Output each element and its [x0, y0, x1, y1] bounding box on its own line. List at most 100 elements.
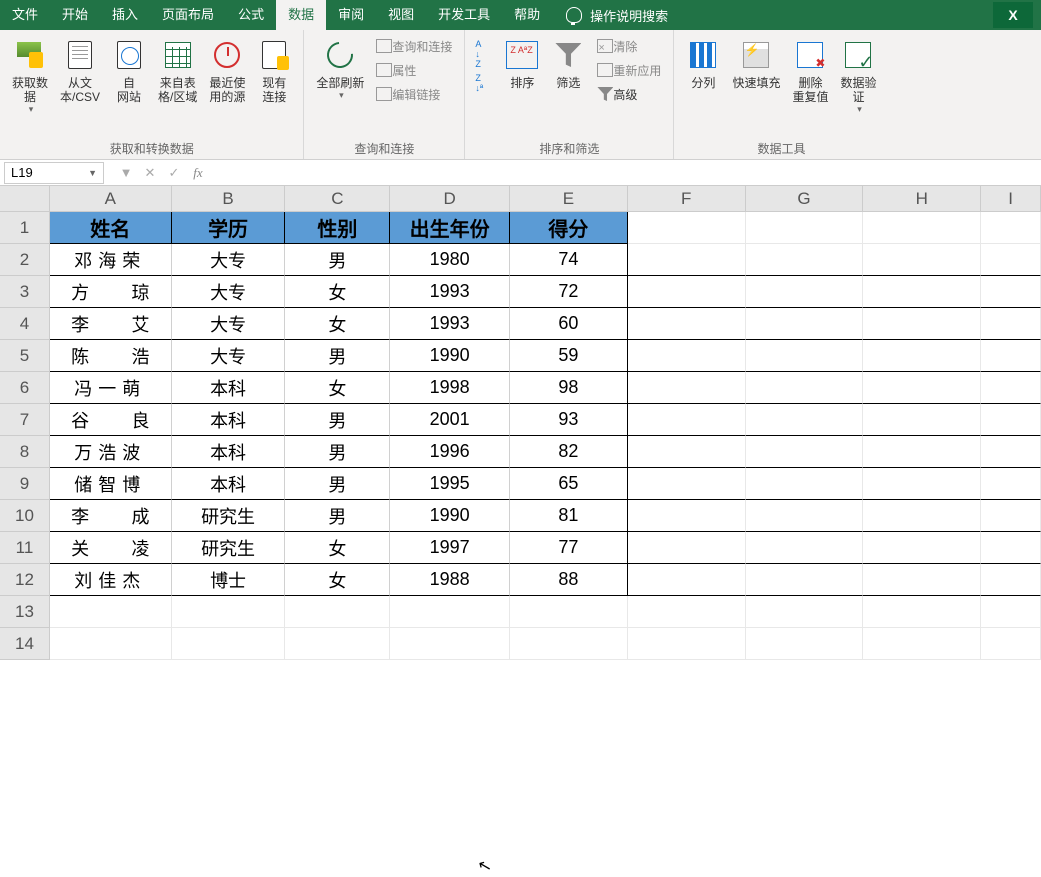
- cell[interactable]: [746, 404, 864, 436]
- cell-sex[interactable]: 男: [285, 404, 390, 436]
- cell[interactable]: [746, 532, 864, 564]
- row-header-12[interactable]: 12: [0, 564, 50, 596]
- row-header-1[interactable]: 1: [0, 212, 50, 244]
- cell-name[interactable]: 李成: [50, 500, 172, 532]
- cell[interactable]: [863, 532, 981, 564]
- cell-year[interactable]: 2001: [390, 404, 510, 436]
- get-data-button[interactable]: 获取数据▾: [6, 34, 54, 119]
- cell[interactable]: [628, 436, 746, 468]
- select-all-corner[interactable]: [0, 186, 50, 211]
- cell[interactable]: [981, 628, 1041, 660]
- cell[interactable]: [746, 436, 864, 468]
- cell[interactable]: [628, 244, 746, 276]
- cell-year[interactable]: 1990: [390, 340, 510, 372]
- cell[interactable]: [628, 404, 746, 436]
- menu-tab-视图[interactable]: 视图: [376, 0, 426, 30]
- cell[interactable]: [863, 500, 981, 532]
- cell-year[interactable]: 1997: [390, 532, 510, 564]
- reapply-filter-button[interactable]: 重新应用: [591, 58, 667, 82]
- cell-name[interactable]: 万浩波: [50, 436, 172, 468]
- cell[interactable]: [863, 596, 981, 628]
- column-header-F[interactable]: F: [628, 186, 746, 211]
- cell-name[interactable]: 陈浩: [50, 340, 172, 372]
- cell[interactable]: [628, 212, 746, 244]
- cell[interactable]: [863, 244, 981, 276]
- column-header-A[interactable]: A: [50, 186, 172, 211]
- name-box[interactable]: L19 ▼: [4, 162, 104, 184]
- row-header-8[interactable]: 8: [0, 436, 50, 468]
- cell-score[interactable]: 98: [510, 372, 628, 404]
- cell-year[interactable]: 1996: [390, 436, 510, 468]
- cell-sex[interactable]: 女: [285, 276, 390, 308]
- cell[interactable]: [746, 276, 864, 308]
- cell-year[interactable]: 1998: [390, 372, 510, 404]
- cell-score[interactable]: 77: [510, 532, 628, 564]
- column-header-G[interactable]: G: [746, 186, 864, 211]
- cell-year[interactable]: 1993: [390, 276, 510, 308]
- flash-fill-button[interactable]: 快速填充: [726, 34, 786, 94]
- cell[interactable]: [510, 596, 628, 628]
- cell[interactable]: [50, 596, 172, 628]
- cell[interactable]: [628, 308, 746, 340]
- cell-score[interactable]: 82: [510, 436, 628, 468]
- cell[interactable]: [863, 340, 981, 372]
- cell[interactable]: [510, 628, 628, 660]
- sort-button[interactable]: 排序: [499, 34, 545, 94]
- from-text-csv-button[interactable]: 从文本/CSV: [54, 34, 106, 108]
- cell[interactable]: [746, 244, 864, 276]
- cell[interactable]: [863, 372, 981, 404]
- cell-name[interactable]: 李艾: [50, 308, 172, 340]
- existing-connections-button[interactable]: 现有连接: [251, 34, 297, 108]
- text-to-columns-button[interactable]: 分列: [680, 34, 726, 94]
- cancel-formula-icon[interactable]: ✕: [138, 165, 162, 181]
- menu-tab-页面布局[interactable]: 页面布局: [150, 0, 226, 30]
- menu-tab-公式[interactable]: 公式: [226, 0, 276, 30]
- cell-year[interactable]: 1990: [390, 500, 510, 532]
- column-header-B[interactable]: B: [172, 186, 286, 211]
- cell[interactable]: [981, 468, 1041, 500]
- cell-edu[interactable]: 本科: [172, 436, 286, 468]
- cell[interactable]: [981, 276, 1041, 308]
- row-header-7[interactable]: 7: [0, 404, 50, 436]
- menu-tab-开始[interactable]: 开始: [50, 0, 100, 30]
- fx-icon[interactable]: fx: [186, 165, 210, 181]
- cell[interactable]: [981, 340, 1041, 372]
- table-header-cell[interactable]: 姓名: [50, 212, 172, 244]
- cell-edu[interactable]: 博士: [172, 564, 286, 596]
- cell-sex[interactable]: 男: [285, 500, 390, 532]
- cell-name[interactable]: 刘佳杰: [50, 564, 172, 596]
- advanced-filter-button[interactable]: 高级: [591, 82, 667, 106]
- spreadsheet-grid[interactable]: ABCDEFGHI 1姓名学历性别出生年份得分2邓海荣大专男1980743方琼大…: [0, 186, 1041, 660]
- column-header-C[interactable]: C: [285, 186, 390, 211]
- cell-score[interactable]: 72: [510, 276, 628, 308]
- row-header-2[interactable]: 2: [0, 244, 50, 276]
- cell[interactable]: [981, 404, 1041, 436]
- tell-me-search[interactable]: 操作说明搜索: [566, 6, 668, 25]
- refresh-all-button[interactable]: 全部刷新▾: [310, 34, 370, 105]
- from-table-range-button[interactable]: 来自表格/区域: [152, 34, 203, 108]
- cell-score[interactable]: 88: [510, 564, 628, 596]
- menu-tab-文件[interactable]: 文件: [0, 0, 50, 30]
- cell[interactable]: [628, 372, 746, 404]
- cell[interactable]: [863, 212, 981, 244]
- cell-year[interactable]: 1995: [390, 468, 510, 500]
- cell[interactable]: [390, 596, 510, 628]
- cell-name[interactable]: 方琼: [50, 276, 172, 308]
- cell[interactable]: [628, 628, 746, 660]
- cell-edu[interactable]: 研究生: [172, 532, 286, 564]
- cell-sex[interactable]: 男: [285, 468, 390, 500]
- cell[interactable]: [981, 212, 1041, 244]
- row-header-3[interactable]: 3: [0, 276, 50, 308]
- menu-tab-插入[interactable]: 插入: [100, 0, 150, 30]
- cell[interactable]: [746, 500, 864, 532]
- cell[interactable]: [981, 596, 1041, 628]
- cell-score[interactable]: 81: [510, 500, 628, 532]
- cell-sex[interactable]: 男: [285, 436, 390, 468]
- from-web-button[interactable]: 自网站: [106, 34, 152, 108]
- column-header-H[interactable]: H: [863, 186, 981, 211]
- cell-score[interactable]: 65: [510, 468, 628, 500]
- row-header-10[interactable]: 10: [0, 500, 50, 532]
- cell[interactable]: [981, 244, 1041, 276]
- cell-name[interactable]: 邓海荣: [50, 244, 172, 276]
- row-header-9[interactable]: 9: [0, 468, 50, 500]
